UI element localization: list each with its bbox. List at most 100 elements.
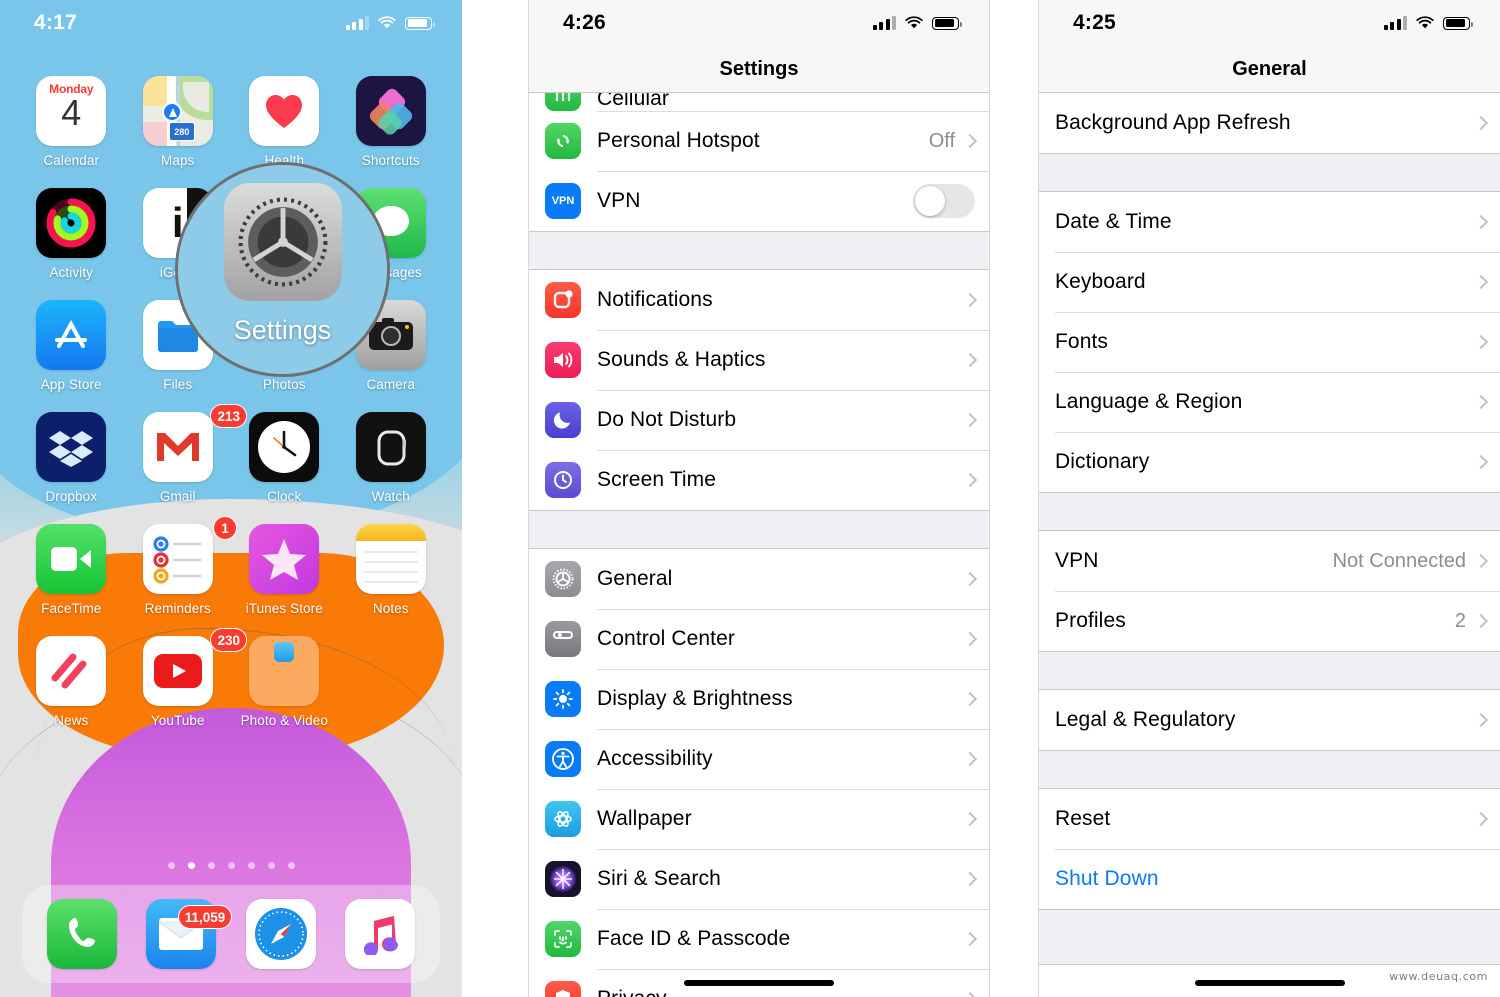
route-shield-label: 280 [168,122,195,141]
settings-row-accessibility[interactable]: Accessibility [529,729,989,789]
app-label: Dropbox [45,489,98,504]
app-label: Camera [366,377,416,392]
settings-row-screen-time[interactable]: Screen Time [529,450,989,510]
app-news[interactable]: News [18,622,125,728]
general-row-language-region[interactable]: Language & Region [1039,372,1500,432]
chevron-right-icon [962,472,978,488]
status-bar: 4:26 [529,0,989,46]
app-notes[interactable]: Notes [338,510,445,616]
chevron-right-icon [962,571,978,587]
app-label: Reminders [144,601,211,616]
general-gear-icon [545,561,581,597]
settings-row-vpn[interactable]: VPN VPN [529,171,989,231]
app-calendar[interactable]: Monday 4 Calendar [18,62,125,168]
chevron-right-icon [962,412,978,428]
dock-app-music[interactable] [345,899,416,969]
settings-row-wallpaper[interactable]: Wallpaper [529,789,989,849]
app-maps[interactable]: 280 Maps [125,62,232,168]
vpn-icon: VPN [545,183,581,219]
general-row-profiles[interactable]: Profiles 2 [1039,591,1500,651]
screen-time-icon [545,462,581,498]
app-label: YouTube [150,713,205,728]
battery-icon [1443,16,1473,30]
cellular-bars-icon [345,16,369,30]
badge-count: 230 [210,628,247,652]
reminders-icon [142,524,213,594]
settings-row-do-not-disturb[interactable]: Do Not Disturb [529,390,989,450]
notes-icon [355,524,426,594]
general-row-label: Legal & Regulatory [1055,708,1236,731]
app-folder-photo-video[interactable]: Photo & Video [231,622,338,728]
settings-row-notifications[interactable]: Notifications [529,270,989,330]
general-row-label: Fonts [1055,330,1109,353]
dock-app-mail[interactable]: 11,059 [146,899,233,969]
cellular-icon [545,93,581,111]
settings-row-sounds-haptics[interactable]: Sounds & Haptics [529,330,989,390]
nav-bar: 4:26 Settings [529,0,989,93]
general-row-value: Not Connected [1332,549,1466,572]
settings-row-label: Cellular [597,93,669,110]
settings-row-label: Personal Hotspot [597,129,760,152]
page-dots[interactable] [0,862,462,869]
settings-row-face-id-passcode[interactable]: Face ID & Passcode [529,909,989,969]
settings-row-label: Privacy [597,987,965,997]
general-row-shut-down[interactable]: Shut Down [1039,849,1500,909]
nav-bar: 4:25 General [1039,0,1500,93]
settings-row-cellular[interactable]: Cellular [529,93,989,111]
app-reminders[interactable]: 1 Reminders [125,510,237,616]
general-row-keyboard[interactable]: Keyboard [1039,252,1500,312]
general-row-label: Profiles [1055,609,1126,632]
general-row-background-app-refresh[interactable]: Background App Refresh [1039,93,1500,153]
settings-row-siri-search[interactable]: Siri & Search [529,849,989,909]
magnifier-settings-app: Settings [175,162,390,377]
wifi-icon [1416,16,1434,30]
app-watch[interactable]: Watch [338,398,445,504]
chevron-right-icon [962,811,978,827]
app-itunes-store[interactable]: iTunes Store [231,510,338,616]
app-gmail[interactable]: 213 Gmail [125,398,247,504]
app-clock[interactable]: Clock [231,398,338,504]
hotspot-icon [545,123,581,159]
app-youtube[interactable]: 230 YouTube [125,622,247,728]
chevron-right-icon [962,871,978,887]
general-row-fonts[interactable]: Fonts [1039,312,1500,372]
general-row-date-time[interactable]: Date & Time [1039,192,1500,252]
dock-app-safari[interactable] [245,899,316,969]
app-health[interactable]: Health [231,62,338,168]
watermark: www.deuaq.com [1389,970,1488,983]
settings-row-personal-hotspot[interactable]: Personal Hotspot Off [529,111,989,171]
settings-row-value: Off [928,129,955,152]
app-label: Photos [262,377,306,392]
app-dropbox[interactable]: Dropbox [18,398,125,504]
accessibility-icon [545,741,581,777]
settings-row-label: VPN [597,189,641,212]
dock: 11,059 [22,885,440,983]
settings-row-general[interactable]: General [529,549,989,609]
general-row-legal-regulatory[interactable]: Legal & Regulatory [1039,690,1500,750]
activity-rings-icon [36,188,107,258]
magnifier-settings-label: Settings [233,315,332,345]
settings-list: Cellular Personal Hotspot Off VPN VPN No… [529,93,989,997]
calendar-icon: Monday 4 [36,76,107,146]
general-row-dictionary[interactable]: Dictionary [1039,432,1500,492]
app-app-store[interactable]: App Store [18,286,125,392]
app-facetime[interactable]: FaceTime [18,510,125,616]
app-shortcuts[interactable]: Shortcuts [338,62,445,168]
app-activity[interactable]: Activity [18,174,125,280]
vpn-toggle[interactable] [913,184,975,218]
chevron-right-icon [1473,214,1489,230]
watch-icon [355,412,426,482]
dock-app-phone[interactable] [46,899,117,969]
notifications-icon [545,282,581,318]
group-separator [1039,750,1500,789]
settings-row-label: Notifications [597,288,713,311]
general-row-vpn[interactable]: VPN Not Connected [1039,531,1500,591]
group-separator [1039,909,1500,965]
app-empty-slot [338,622,445,728]
settings-row-control-center[interactable]: Control Center [529,609,989,669]
settings-row-display-brightness[interactable]: Display & Brightness [529,669,989,729]
group-separator [1039,153,1500,192]
badge-count: 11,059 [177,905,233,929]
general-row-reset[interactable]: Reset [1039,789,1500,849]
app-label: Files [163,377,193,392]
